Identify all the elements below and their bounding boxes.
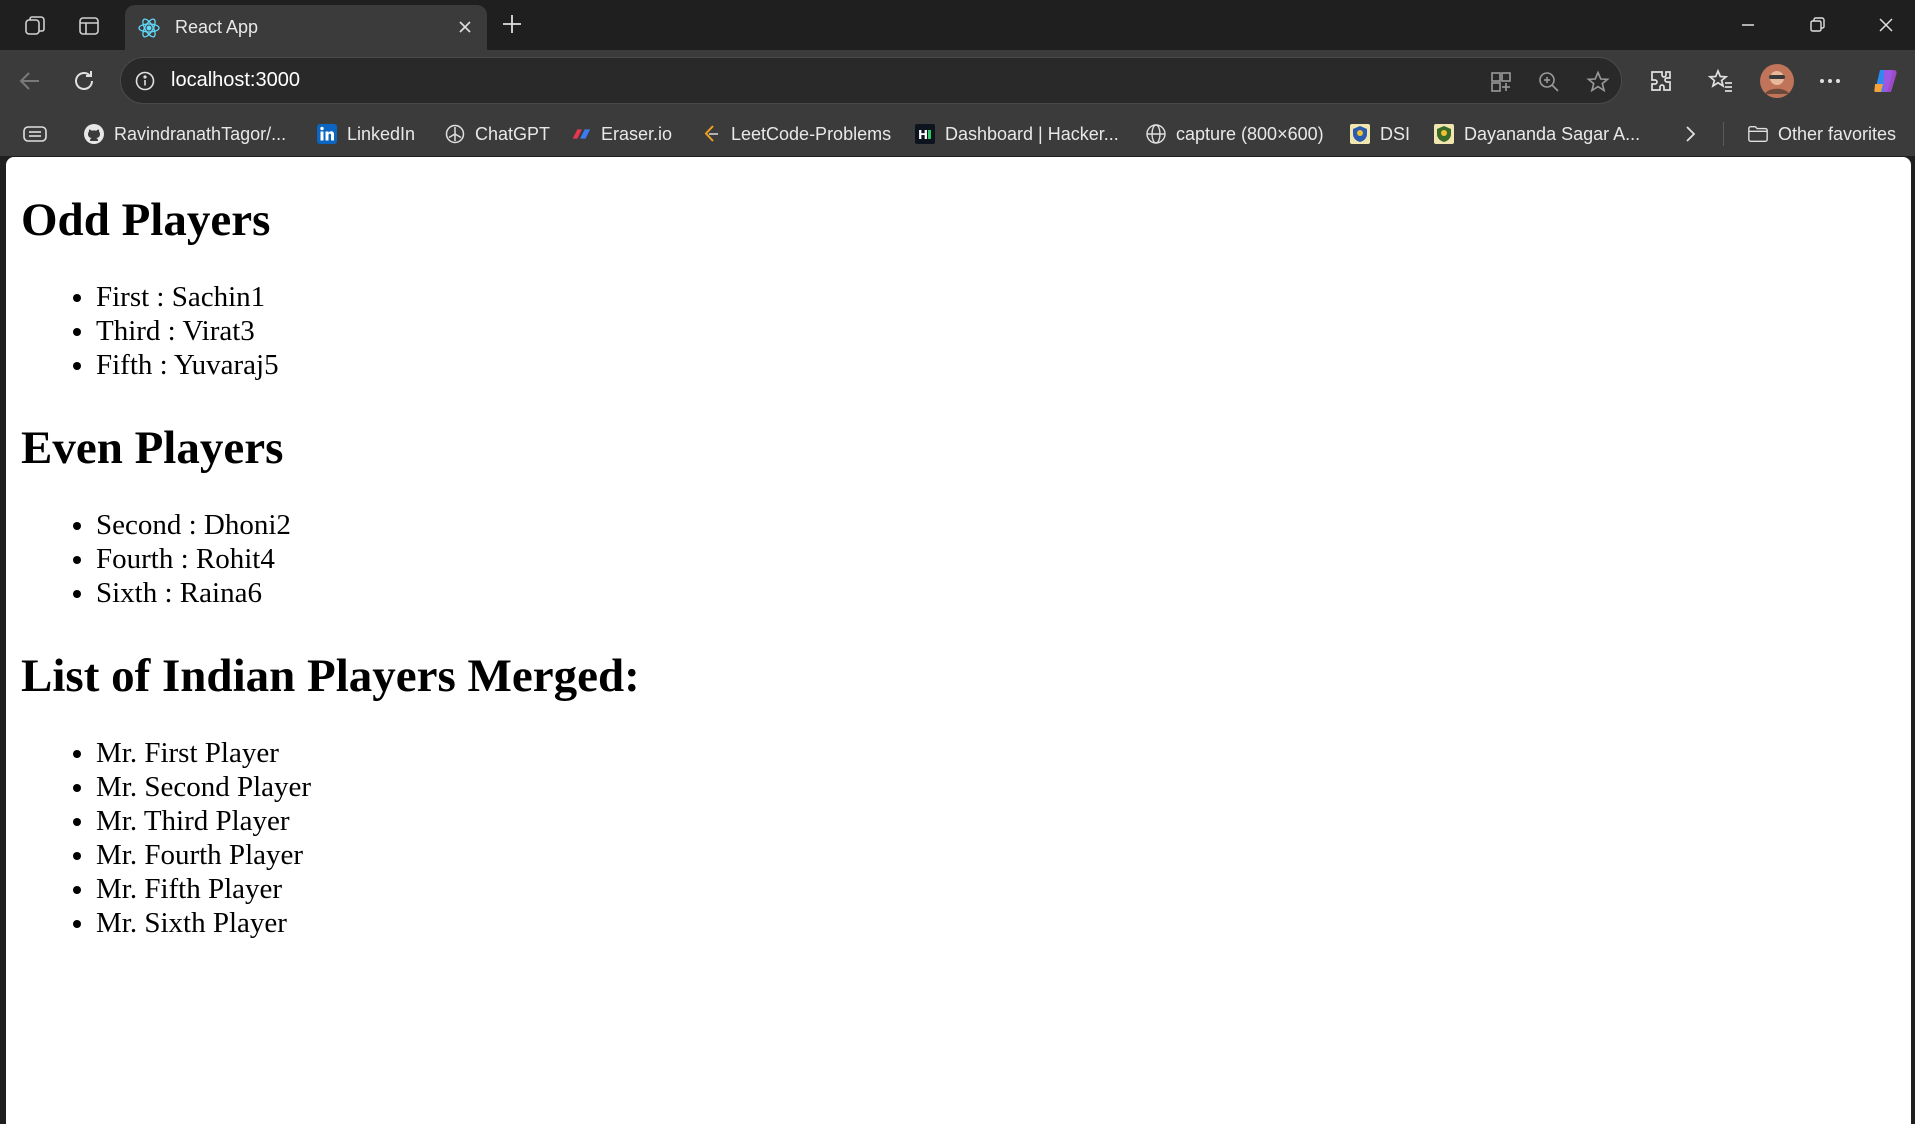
bookmark-linkedin[interactable]: LinkedIn — [316, 121, 415, 147]
bookmark-label: Eraser.io — [601, 123, 673, 144]
bookmark-capture[interactable]: capture (800×600) — [1145, 121, 1324, 147]
list-item: Mr. Third Player — [96, 804, 311, 838]
refresh-icon[interactable] — [68, 65, 100, 97]
list-item: Mr. Sixth Player — [96, 906, 311, 940]
list-item: First : Sachin1 — [96, 280, 279, 314]
copilot-icon[interactable] — [1870, 65, 1902, 97]
site-info-icon[interactable] — [133, 69, 157, 93]
minimize-icon[interactable] — [1728, 10, 1768, 40]
app-available-icon[interactable] — [1486, 67, 1516, 97]
list-item: Third : Virat3 — [96, 314, 279, 348]
vertical-tabs-icon[interactable] — [75, 12, 103, 40]
page-content: Odd Players First : Sachin1 Third : Vira… — [6, 157, 1911, 1124]
leetcode-icon — [700, 123, 722, 145]
bookmark-dsi[interactable]: DSI — [1349, 121, 1410, 147]
bookmark-github[interactable]: RavindranathTagor/... — [83, 121, 286, 147]
workspaces-icon[interactable] — [21, 12, 49, 40]
bookmark-dsu[interactable]: Dayananda Sagar A... — [1433, 121, 1640, 147]
folder-icon — [1747, 123, 1769, 145]
favorite-star-icon[interactable] — [1583, 67, 1613, 97]
even-players-heading: Even Players — [21, 422, 284, 474]
bookmark-label: LeetCode-Problems — [731, 123, 892, 144]
close-tab-icon[interactable] — [453, 15, 477, 39]
bookmark-eraser[interactable]: Eraser.io — [570, 121, 672, 147]
list-item: Fourth : Rohit4 — [96, 542, 291, 576]
react-icon — [137, 16, 161, 40]
bookmark-label: LinkedIn — [347, 123, 416, 144]
even-players-list: Second : Dhoni2 Fourth : Rohit4 Sixth : … — [6, 508, 291, 610]
odd-players-list: First : Sachin1 Third : Virat3 Fifth : Y… — [6, 280, 279, 382]
chatgpt-icon — [444, 123, 466, 145]
bookmark-chatgpt[interactable]: ChatGPT — [444, 121, 550, 147]
list-item: Sixth : Raina6 — [96, 576, 291, 610]
other-favorites-folder[interactable]: Other favorites — [1747, 121, 1896, 147]
list-item: Second : Dhoni2 — [96, 508, 291, 542]
bookmark-label: ChatGPT — [475, 123, 551, 144]
dsi-icon — [1349, 123, 1371, 145]
favorites-icon[interactable] — [1705, 65, 1737, 97]
bookmarks-bar: RavindranathTagor/... LinkedIn ChatGPT E… — [0, 112, 1915, 156]
bookmark-leetcode[interactable]: LeetCode-Problems — [700, 121, 891, 147]
tab-title: React App — [175, 17, 259, 37]
new-tab-icon[interactable] — [498, 10, 526, 38]
merged-players-heading: List of Indian Players Merged: — [21, 650, 640, 702]
reading-mode-icon[interactable] — [22, 121, 48, 147]
zoom-icon[interactable] — [1534, 67, 1564, 97]
bookmark-hackerrank[interactable]: H Dashboard | Hacker... — [914, 121, 1119, 147]
list-item: Mr. First Player — [96, 736, 311, 770]
more-options-icon[interactable] — [1814, 65, 1846, 97]
svg-text:H: H — [918, 128, 928, 142]
list-item: Fifth : Yuvaraj5 — [96, 348, 279, 382]
dsu-icon — [1433, 123, 1455, 145]
address-bar[interactable]: localhost:3000 — [120, 57, 1622, 104]
back-icon[interactable] — [14, 65, 46, 97]
linkedin-icon — [316, 123, 338, 145]
close-window-icon[interactable] — [1866, 10, 1906, 40]
bookmark-label: DSI — [1380, 123, 1411, 144]
merged-players-list: Mr. First Player Mr. Second Player Mr. T… — [6, 736, 311, 940]
extensions-icon[interactable] — [1645, 65, 1677, 97]
bookmarks-divider — [1723, 122, 1724, 146]
url-text: localhost:3000 — [171, 69, 300, 91]
bookmark-label: Dashboard | Hacker... — [945, 123, 1119, 144]
list-item: Mr. Fourth Player — [96, 838, 311, 872]
bookmark-label: capture (800×600) — [1176, 123, 1324, 144]
odd-players-heading: Odd Players — [21, 194, 271, 246]
github-icon — [83, 123, 105, 145]
eraser-icon — [570, 123, 592, 145]
list-item: Mr. Second Player — [96, 770, 311, 804]
more-bookmarks-chevron-icon[interactable] — [1680, 121, 1700, 147]
other-favorites-label: Other favorites — [1778, 123, 1897, 144]
active-tab[interactable]: React App — [125, 5, 487, 50]
toolbar: localhost:3000 — [0, 50, 1915, 112]
restore-icon[interactable] — [1797, 10, 1837, 40]
profile-avatar[interactable] — [1759, 63, 1795, 99]
tab-strip: React App — [0, 0, 1915, 50]
hackerrank-icon: H — [914, 123, 936, 145]
list-item: Mr. Fifth Player — [96, 872, 311, 906]
bookmark-label: RavindranathTagor/... — [114, 123, 287, 144]
bookmark-label: Dayananda Sagar A... — [1464, 123, 1641, 144]
globe-icon — [1145, 123, 1167, 145]
